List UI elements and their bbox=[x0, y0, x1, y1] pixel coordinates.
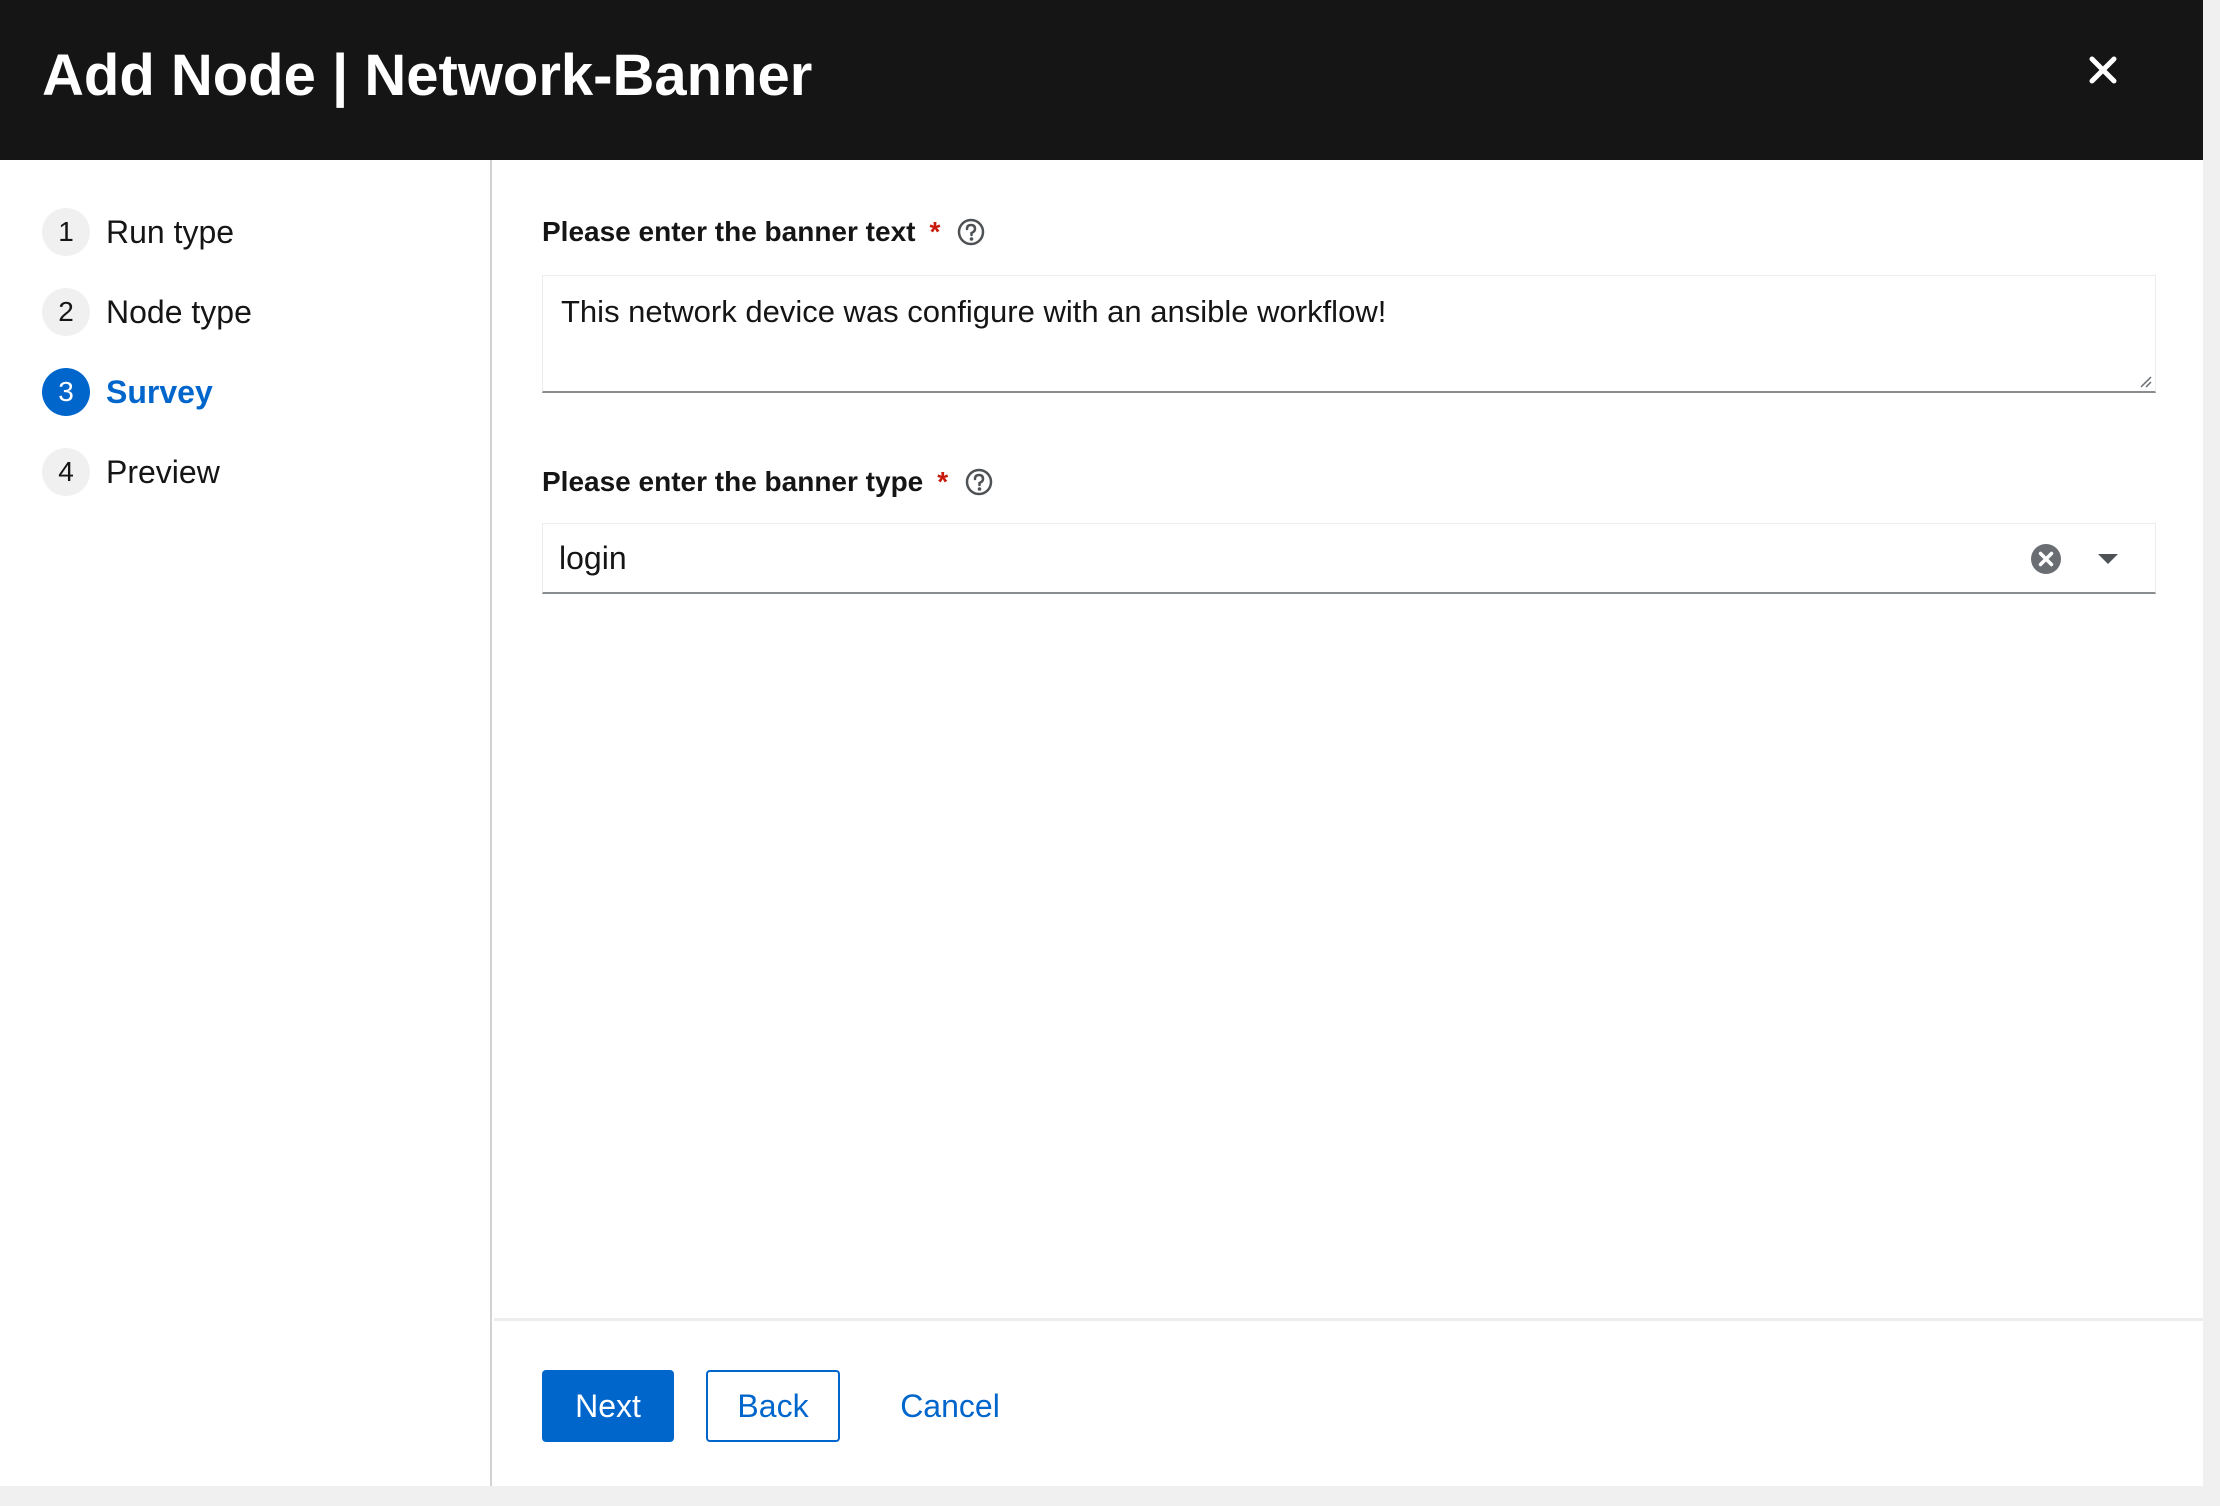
step-label: Node type bbox=[106, 293, 252, 330]
banner-text-textarea[interactable]: This network device was configure with a… bbox=[542, 275, 2156, 393]
step-label: Preview bbox=[106, 453, 220, 490]
banner-type-label: Please enter the banner type * bbox=[542, 466, 994, 498]
banner-type-label-text: Please enter the banner type bbox=[542, 466, 924, 497]
banner-type-select[interactable]: login bbox=[542, 523, 2156, 594]
modal-header: Add Node | Network-Banner bbox=[0, 0, 2203, 160]
clear-selection-icon[interactable] bbox=[2029, 542, 2063, 576]
banner-text-value: This network device was configure with a… bbox=[561, 294, 1387, 329]
close-button[interactable] bbox=[2070, 44, 2136, 96]
modal-title: Add Node | Network-Banner bbox=[42, 43, 813, 108]
wizard-footer: Next Back Cancel bbox=[494, 1318, 2203, 1486]
next-button[interactable]: Next bbox=[542, 1370, 674, 1442]
banner-text-label: Please enter the banner text * bbox=[542, 216, 986, 248]
step-number: 4 bbox=[42, 448, 90, 496]
wizard-nav-item-preview[interactable]: 4 Preview bbox=[42, 448, 220, 496]
step-number: 2 bbox=[42, 288, 90, 336]
required-marker: * bbox=[929, 216, 941, 247]
help-icon[interactable] bbox=[964, 467, 994, 497]
banner-text-label-text: Please enter the banner text bbox=[542, 216, 916, 247]
resize-handle-icon[interactable] bbox=[2137, 373, 2153, 389]
required-marker: * bbox=[937, 466, 949, 497]
back-button[interactable]: Back bbox=[706, 1370, 840, 1442]
chevron-down-icon[interactable] bbox=[2097, 552, 2119, 566]
step-label: Survey bbox=[106, 373, 213, 410]
step-number: 3 bbox=[42, 368, 90, 416]
wizard-nav: 1 Run type 2 Node type 3 Survey 4 Previe… bbox=[0, 160, 492, 1486]
banner-type-value: login bbox=[559, 540, 627, 576]
cancel-button[interactable]: Cancel bbox=[876, 1370, 1024, 1442]
wizard-nav-item-node-type[interactable]: 2 Node type bbox=[42, 288, 252, 336]
step-number: 1 bbox=[42, 208, 90, 256]
wizard-nav-item-survey[interactable]: 3 Survey bbox=[42, 368, 213, 416]
help-icon[interactable] bbox=[956, 217, 986, 247]
close-icon bbox=[2089, 56, 2117, 84]
step-label: Run type bbox=[106, 213, 235, 250]
add-node-modal: Add Node | Network-Banner 1 Run type 2 N… bbox=[0, 0, 2203, 1486]
wizard-nav-item-run-type[interactable]: 1 Run type bbox=[42, 208, 234, 256]
